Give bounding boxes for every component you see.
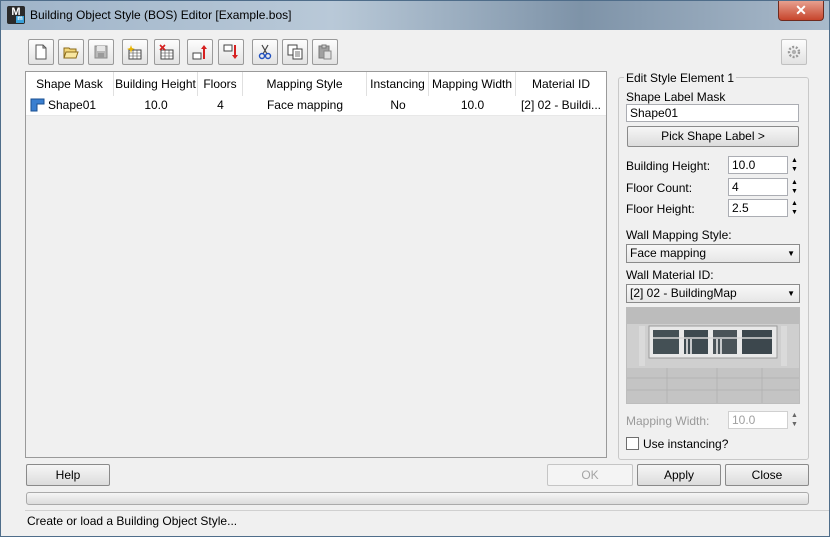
floor-count-label: Floor Count: (626, 181, 693, 195)
close-button[interactable]: Close (725, 464, 809, 486)
spin-down-icon[interactable]: ▼ (789, 208, 800, 217)
paste-button[interactable] (312, 39, 338, 65)
chevron-down-icon: ▼ (787, 289, 795, 298)
gear-icon (787, 45, 801, 59)
title-bar[interactable]: M m Building Object Style (BOS) Editor [… (1, 1, 829, 30)
app-icon-sub: m (16, 16, 24, 23)
wall-mapping-style-select[interactable]: Face mapping ▼ (626, 244, 800, 263)
shape-label-mask-label: Shape Label Mask (626, 90, 726, 104)
table-row[interactable]: Shape01 10.0 4 Face mapping No 10.0 [2] … (26, 96, 606, 116)
wall-material-id-select[interactable]: [2] 02 - BuildingMap ▼ (626, 284, 800, 303)
cell-material-id: [2] 02 - Buildi... (520, 98, 602, 112)
help-button[interactable]: Help (26, 464, 110, 486)
delete-element-button[interactable] (154, 39, 180, 65)
building-height-input[interactable]: 10.0 (728, 156, 788, 174)
use-instancing-checkbox[interactable] (626, 437, 639, 450)
column-header-mapping-style[interactable]: Mapping Style (243, 72, 367, 96)
delete-row-icon (159, 44, 174, 60)
cell-mapping-style: Face mapping (266, 98, 344, 112)
column-header-instancing[interactable]: Instancing (367, 72, 429, 96)
status-text: Create or load a Building Object Style..… (27, 514, 238, 528)
column-header-shape-mask[interactable]: Shape Mask (26, 72, 114, 96)
column-header-floors[interactable]: Floors (198, 72, 243, 96)
spin-up-icon[interactable]: ▲ (789, 411, 800, 420)
open-folder-icon (63, 47, 79, 59)
cell-floors: 4 (217, 98, 224, 112)
pick-shape-label-button[interactable]: Pick Shape Label > (627, 126, 799, 147)
floor-height-label: Floor Height: (626, 202, 695, 216)
spin-up-icon[interactable]: ▲ (789, 199, 800, 208)
window-title: Building Object Style (BOS) Editor [Exam… (30, 8, 292, 22)
cut-button[interactable] (252, 39, 278, 65)
building-texture-icon (627, 308, 799, 403)
shape-label-mask-input[interactable]: Shape01 (626, 104, 799, 122)
paste-clipboard-icon (318, 44, 332, 60)
floor-count-input[interactable]: 4 (728, 178, 788, 196)
wall-material-id-value: [2] 02 - BuildingMap (630, 286, 737, 300)
save-button[interactable] (88, 39, 114, 65)
save-disk-icon (94, 45, 108, 59)
building-height-label: Building Height: (626, 159, 711, 173)
bos-editor-window: M m Building Object Style (BOS) Editor [… (0, 0, 830, 537)
copy-icon (287, 44, 303, 60)
spin-down-icon[interactable]: ▼ (789, 165, 800, 174)
spin-down-icon[interactable]: ▼ (789, 420, 800, 429)
mapping-width-label: Mapping Width: (626, 414, 710, 428)
style-elements-grid[interactable]: Shape Mask Building Height Floors Mappin… (25, 71, 607, 458)
floor-count-spinner[interactable]: ▲ ▼ (789, 178, 800, 196)
wall-material-id-label: Wall Material ID: (626, 268, 714, 282)
group-title: Edit Style Element 1 (624, 71, 737, 85)
mapping-width-spinner[interactable]: ▲ ▼ (789, 411, 800, 429)
copy-button[interactable] (282, 39, 308, 65)
column-header-material-id[interactable]: Material ID (516, 72, 606, 96)
column-header-building-height[interactable]: Building Height (114, 72, 198, 96)
scissors-icon (258, 44, 272, 60)
add-element-button[interactable] (122, 39, 148, 65)
mapping-width-input[interactable]: 10.0 (728, 411, 788, 429)
cell-mapping-width: 10.0 (460, 98, 485, 112)
floor-height-spinner[interactable]: ▲ ▼ (789, 199, 800, 217)
move-down-icon (223, 44, 238, 59)
cell-instancing: No (390, 98, 406, 112)
spin-up-icon[interactable]: ▲ (789, 178, 800, 187)
move-up-icon (192, 45, 207, 60)
settings-button[interactable] (781, 39, 807, 65)
cell-building-height: 10.0 (144, 98, 168, 112)
move-down-button[interactable] (218, 39, 244, 65)
open-button[interactable] (58, 39, 84, 65)
cell-shape-mask: Shape01 (48, 98, 97, 112)
app-icon: M m (7, 6, 25, 24)
apply-button[interactable]: Apply (637, 464, 721, 486)
chevron-down-icon: ▼ (787, 249, 795, 258)
ok-button[interactable]: OK (547, 464, 633, 486)
new-file-icon (35, 44, 47, 60)
wall-mapping-style-value: Face mapping (630, 246, 707, 260)
spin-up-icon[interactable]: ▲ (789, 156, 800, 165)
grid-header: Shape Mask Building Height Floors Mappin… (26, 72, 606, 97)
move-up-button[interactable] (187, 39, 213, 65)
shape-icon (30, 98, 45, 112)
wall-mapping-style-label: Wall Mapping Style: (626, 228, 732, 242)
new-button[interactable] (28, 39, 54, 65)
add-row-icon (127, 45, 142, 60)
building-height-spinner[interactable]: ▲ ▼ (789, 156, 800, 174)
spin-down-icon[interactable]: ▼ (789, 187, 800, 196)
material-preview-image (626, 307, 800, 404)
use-instancing-label: Use instancing? (643, 437, 729, 451)
progress-bar (26, 492, 809, 505)
window-close-button[interactable]: ✕ (778, 1, 824, 21)
floor-height-input[interactable]: 2.5 (728, 199, 788, 217)
column-header-mapping-width[interactable]: Mapping Width (429, 72, 516, 96)
